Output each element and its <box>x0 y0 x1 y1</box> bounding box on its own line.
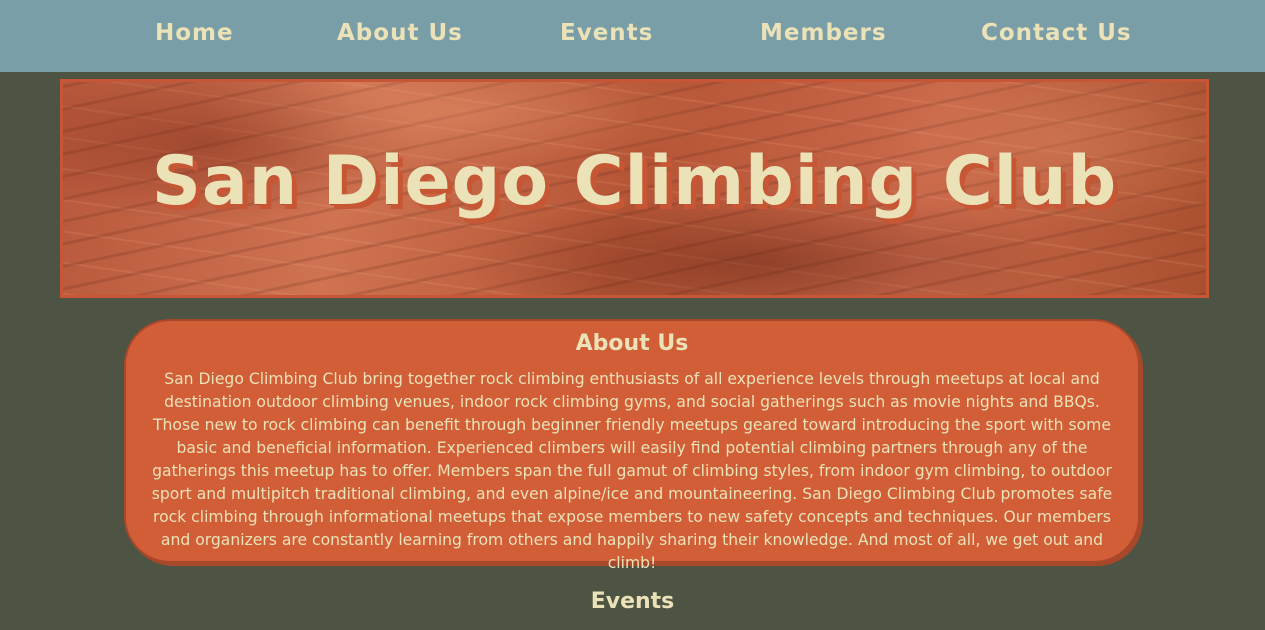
nav-link-home[interactable]: Home <box>155 20 234 46</box>
nav-link-about-us[interactable]: About Us <box>337 20 463 46</box>
about-us-description: San Diego Climbing Club bring together r… <box>151 370 1113 572</box>
top-navigation: Home About Us Events Members Contact Us <box>0 0 1265 72</box>
about-us-section: About Us San Diego Climbing Club bring t… <box>124 319 1140 572</box>
events-heading: Events <box>590 589 675 614</box>
nav-link-contact-us[interactable]: Contact Us <box>981 20 1132 46</box>
about-us-heading: About Us <box>575 331 689 356</box>
site-title: San Diego Climbing Club <box>151 142 1118 221</box>
nav-link-members[interactable]: Members <box>760 20 887 46</box>
hero-banner: San Diego Climbing Club <box>60 79 1209 298</box>
nav-link-events[interactable]: Events <box>560 20 653 46</box>
